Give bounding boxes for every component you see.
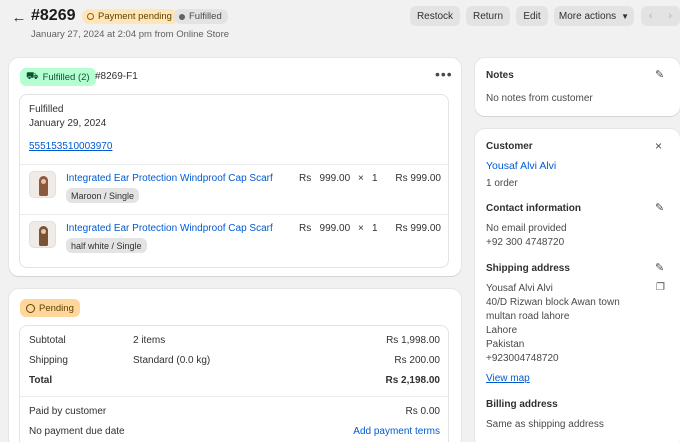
- edit-button[interactable]: Edit: [516, 6, 548, 26]
- paid-value: Rs 0.00: [405, 406, 440, 417]
- line-total: Rs 999.00: [395, 223, 441, 234]
- unit-price: Rs 999.00: [299, 173, 351, 184]
- address-line: +923004748720: [486, 353, 559, 364]
- quantity: 1: [372, 223, 378, 234]
- shipping-method: Standard (0.0 kg): [133, 355, 211, 366]
- edit-notes-pencil-icon[interactable]: ✎: [655, 68, 664, 81]
- times-sign: ×: [358, 223, 364, 234]
- payment-summary: Subtotal 2 items Rs 1,998.00 Shipping St…: [19, 325, 449, 442]
- product-thumbnail: [29, 221, 56, 248]
- due-date-label: No payment due date: [29, 426, 125, 437]
- paid-label: Paid by customer: [29, 406, 107, 417]
- fulfilled-tag: ⛟ Fulfilled (2): [20, 68, 96, 86]
- billing-address-text: Same as shipping address: [486, 419, 604, 430]
- next-order-icon[interactable]: ›: [661, 6, 680, 26]
- fulfillment-details: Fulfilled January 29, 2024 5551535100039…: [19, 94, 449, 268]
- notes-card: Notes ✎ No notes from customer: [475, 58, 680, 116]
- line-total: Rs 999.00: [395, 173, 441, 184]
- view-map-link[interactable]: View map: [486, 373, 530, 384]
- times-sign: ×: [358, 173, 364, 184]
- return-button[interactable]: Return: [466, 6, 510, 26]
- fulfilled-date: January 29, 2024: [29, 118, 107, 129]
- subtotal-items: 2 items: [133, 335, 166, 346]
- customer-name-link[interactable]: Yousaf Alvi Alvi: [486, 160, 556, 172]
- subtotal-label: Subtotal: [29, 335, 66, 346]
- edit-shipping-pencil-icon[interactable]: ✎: [655, 261, 664, 274]
- customer-email: No email provided: [486, 223, 567, 234]
- customer-title: Customer: [486, 141, 533, 152]
- order-subtitle: January 27, 2024 at 2:04 pm from Online …: [31, 29, 230, 40]
- product-thumbnail: [29, 171, 56, 198]
- order-pagination: ‹ ›: [641, 6, 680, 26]
- order-number: #8269: [31, 7, 76, 24]
- fulfilled-label: Fulfilled: [29, 104, 64, 115]
- back-arrow-icon[interactable]: ←: [10, 8, 28, 26]
- total-label: Total: [29, 375, 53, 386]
- quantity: 1: [372, 173, 378, 184]
- product-name-link[interactable]: Integrated Ear Protection Windproof Cap …: [66, 173, 273, 184]
- total-value: Rs 2,198.00: [385, 375, 441, 386]
- add-payment-terms-link[interactable]: Add payment terms: [320, 426, 440, 437]
- billing-address-title: Billing address: [486, 399, 558, 410]
- unit-price: Rs 999.00: [299, 223, 351, 234]
- notes-text: No notes from customer: [486, 93, 593, 104]
- fulfillment-card: ⛟ Fulfilled (2) #8269-F1 ••• Fulfilled Ja…: [9, 58, 461, 276]
- restock-button[interactable]: Restock: [410, 6, 460, 26]
- address-line: 40/D Rizwan block Awan town: [486, 297, 620, 308]
- product-name-link[interactable]: Integrated Ear Protection Windproof Cap …: [66, 223, 273, 234]
- pending-tag: Pending: [20, 299, 80, 317]
- more-options-icon[interactable]: •••: [435, 66, 453, 82]
- contact-info-title: Contact information: [486, 203, 581, 214]
- subtotal-value: Rs 1,998.00: [386, 335, 440, 346]
- customer-order-count: 1 order: [486, 178, 518, 189]
- close-icon[interactable]: ×: [655, 139, 662, 153]
- edit-contact-pencil-icon[interactable]: ✎: [655, 201, 664, 214]
- customer-card: Customer × Yousaf Alvi Alvi 1 order Cont…: [475, 129, 680, 442]
- pending-dot-icon: [87, 13, 94, 20]
- payment-card: Pending Subtotal 2 items Rs 1,998.00 Shi…: [9, 289, 461, 442]
- variant-chip: Maroon / Single: [66, 188, 140, 203]
- divider: [20, 164, 448, 165]
- address-line: Lahore: [486, 325, 518, 336]
- fulfillment-number: #8269-F1: [95, 71, 138, 82]
- address-line: Yousaf Alvi Alvi: [486, 283, 553, 294]
- page-header: ← #8269 Payment pending Fulfilled Januar…: [0, 0, 680, 50]
- address-line: Pakistan: [486, 339, 525, 350]
- chevron-down-icon: ▼: [621, 11, 630, 21]
- more-actions-button[interactable]: More actions ▼: [554, 6, 634, 26]
- shipping-value: Rs 200.00: [394, 355, 440, 366]
- tracking-number-link[interactable]: 555153510003970: [29, 141, 112, 152]
- shipping-address-title: Shipping address: [486, 263, 570, 274]
- notes-title: Notes: [486, 70, 514, 81]
- copy-address-icon[interactable]: ❐: [656, 282, 665, 293]
- truck-icon: ⛟: [26, 70, 39, 82]
- previous-order-icon[interactable]: ‹: [641, 6, 661, 26]
- divider: [20, 396, 448, 397]
- divider: [20, 214, 448, 215]
- fulfillment-status-badge: Fulfilled: [174, 9, 228, 24]
- clock-icon: [26, 303, 35, 313]
- customer-phone: +92 300 4748720: [486, 237, 565, 248]
- address-line: multan road lahore: [486, 311, 570, 322]
- filled-dot-icon: [179, 13, 185, 20]
- payment-status-badge: Payment pending: [82, 9, 178, 24]
- variant-chip: half white / Single: [66, 238, 147, 253]
- shipping-label: Shipping: [29, 355, 68, 366]
